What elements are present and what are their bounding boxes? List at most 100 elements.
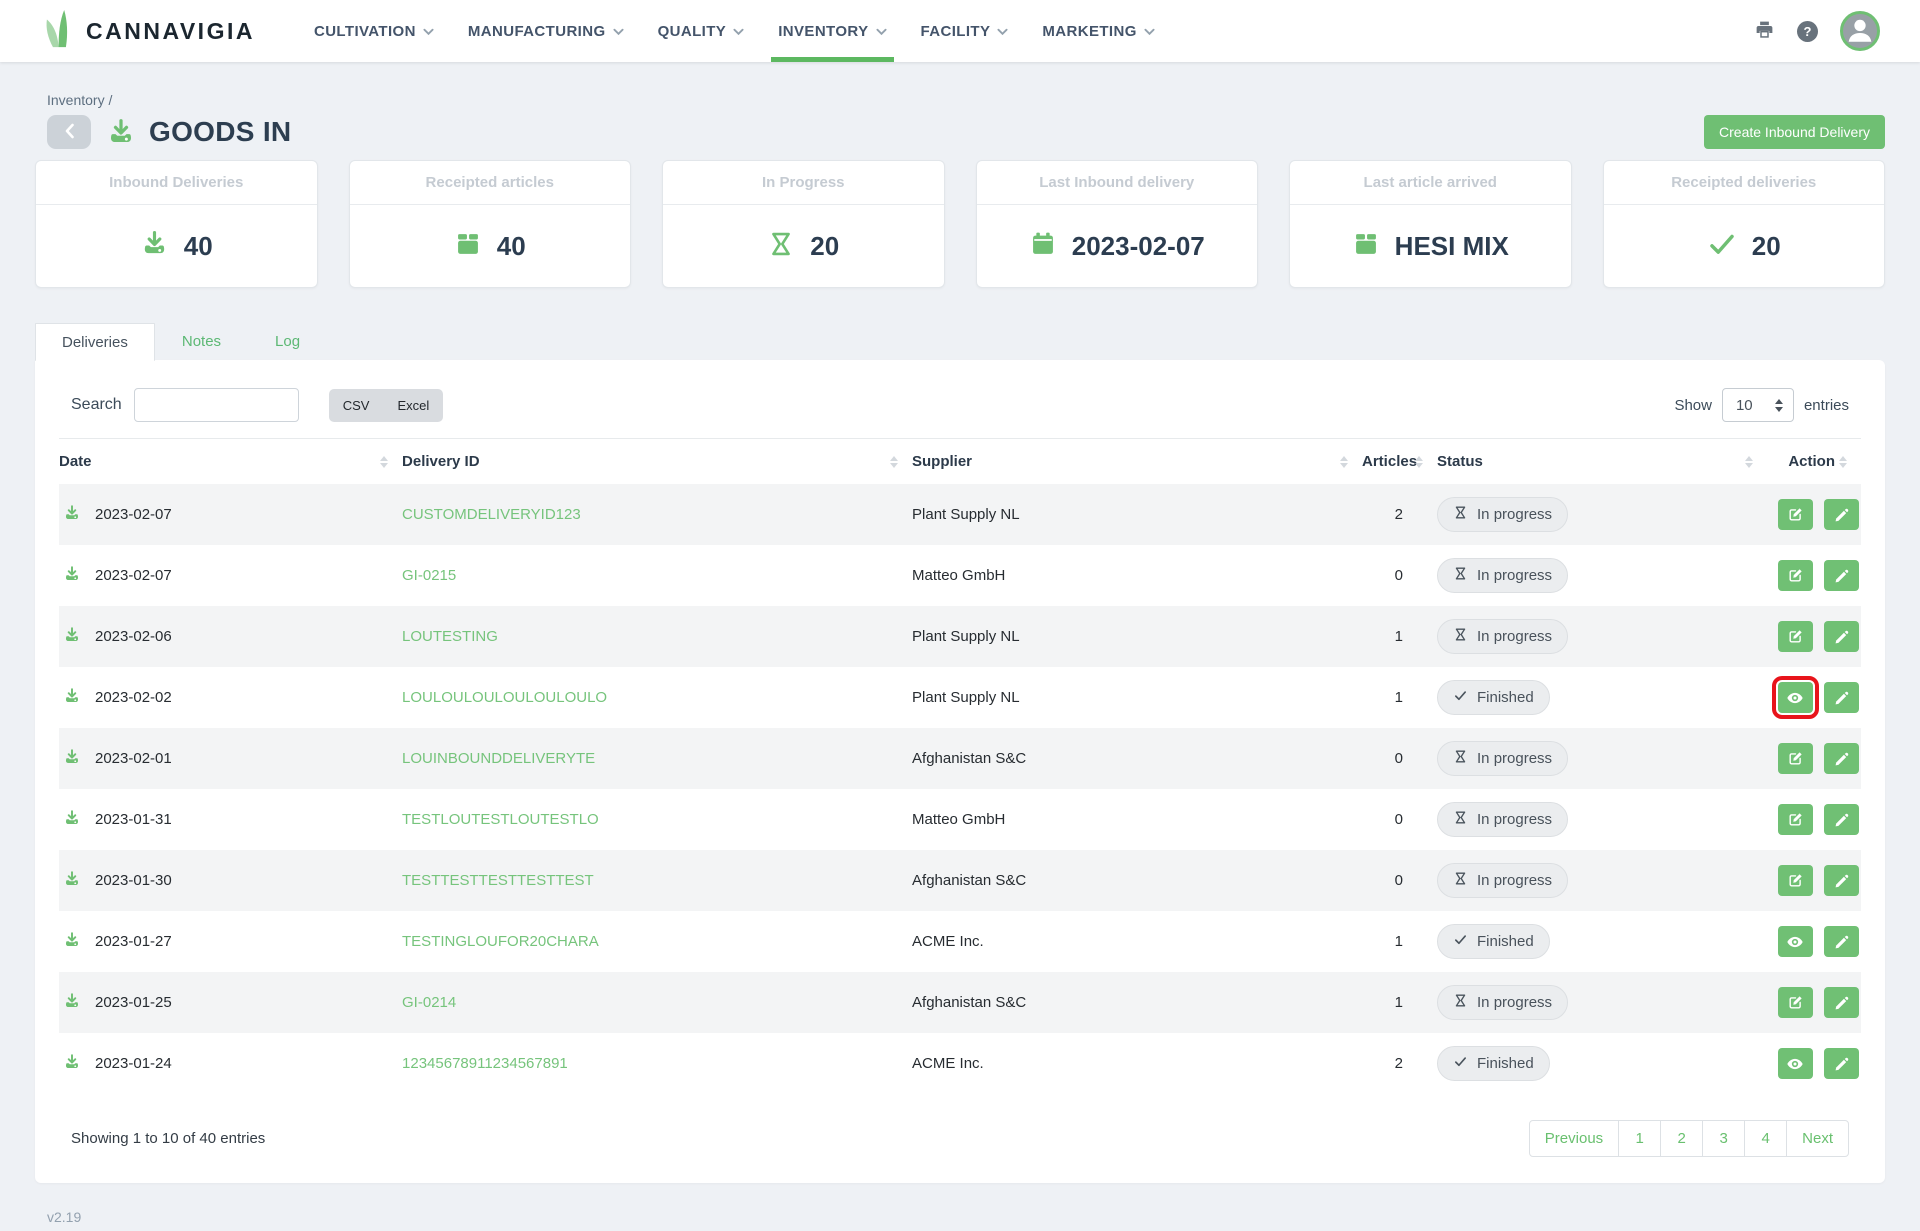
header-delivery-id[interactable]: Delivery ID xyxy=(402,439,912,484)
delivery-id-link[interactable]: LOUTESTING xyxy=(402,628,498,645)
edit-delivery-button[interactable] xyxy=(1778,560,1813,591)
edit-delivery-button[interactable] xyxy=(1778,499,1813,530)
pagination-page-1[interactable]: 1 xyxy=(1618,1120,1661,1157)
status-badge: Finished xyxy=(1437,1046,1550,1081)
edit-pencil-button[interactable] xyxy=(1824,987,1859,1018)
delivery-id-link[interactable]: 12345678911234567891 xyxy=(402,1055,568,1072)
hourglass-icon xyxy=(767,230,795,263)
delivery-id-link[interactable]: TESTINGLOUFOR20CHARA xyxy=(402,933,599,950)
delivery-date: 2023-02-01 xyxy=(95,728,402,789)
page-title-row: GOODS IN Create Inbound Delivery xyxy=(47,115,1885,149)
table-row: 2023-02-06 LOUTESTING Plant Supply NL 1 … xyxy=(59,606,1861,667)
sort-icon xyxy=(1415,456,1423,468)
page-size-control: Show 10 entries xyxy=(1674,388,1849,422)
back-button[interactable] xyxy=(47,115,91,149)
delivery-id-link[interactable]: TESTLOUTESTLOUTESTLO xyxy=(402,811,599,828)
check-icon xyxy=(1453,1054,1468,1073)
delivery-id-link[interactable]: LOULOULOULOULOULOULO xyxy=(402,689,607,706)
delivery-id-link[interactable]: CUSTOMDELIVERYID123 xyxy=(402,506,581,523)
edit-pencil-button[interactable] xyxy=(1824,926,1859,957)
card-value: 20 xyxy=(810,231,839,262)
pagination-next[interactable]: Next xyxy=(1786,1120,1849,1157)
export-buttons: CSV Excel xyxy=(329,389,444,422)
header-supplier[interactable]: Supplier xyxy=(912,439,1362,484)
supplier-name: Afghanistan S&C xyxy=(912,728,1362,789)
edit-pencil-button[interactable] xyxy=(1824,1048,1859,1079)
view-delivery-button[interactable] xyxy=(1778,1048,1813,1079)
pagination: Previous 1 2 3 4 Next xyxy=(1529,1120,1849,1157)
create-inbound-delivery-button[interactable]: Create Inbound Delivery xyxy=(1704,115,1885,149)
search-input[interactable] xyxy=(134,388,299,422)
menu-quality[interactable]: QUALITY xyxy=(641,0,762,62)
header-action[interactable]: Action xyxy=(1767,439,1861,484)
goods-in-icon xyxy=(140,229,169,263)
header-articles[interactable]: Articles xyxy=(1362,439,1437,484)
supplier-name: Plant Supply NL xyxy=(912,484,1362,545)
edit-pencil-button[interactable] xyxy=(1824,560,1859,591)
hourglass-icon xyxy=(1453,505,1468,524)
chevron-down-icon xyxy=(997,23,1008,40)
menu-inventory[interactable]: INVENTORY xyxy=(761,0,903,62)
status-badge: In progress xyxy=(1437,802,1568,837)
edit-delivery-button[interactable] xyxy=(1778,987,1813,1018)
header-status[interactable]: Status xyxy=(1437,439,1767,484)
table-row: 2023-01-25 GI-0214 Afghanistan S&C 1 In … xyxy=(59,972,1861,1033)
pagination-page-3[interactable]: 3 xyxy=(1702,1120,1745,1157)
print-button[interactable] xyxy=(1754,19,1775,43)
edit-delivery-button[interactable] xyxy=(1778,865,1813,896)
menu-manufacturing[interactable]: MANUFACTURING xyxy=(451,0,641,62)
pagination-previous[interactable]: Previous xyxy=(1529,1120,1619,1157)
edit-pencil-button[interactable] xyxy=(1824,499,1859,530)
leaf-logo-icon xyxy=(40,8,78,55)
table-row: 2023-02-01 LOUINBOUNDDELIVERYTE Afghanis… xyxy=(59,728,1861,789)
breadcrumb[interactable]: Inventory / xyxy=(47,92,1920,108)
card-title: Last article arrived xyxy=(1290,161,1571,205)
tab-notes[interactable]: Notes xyxy=(155,322,248,360)
delivery-date: 2023-01-31 xyxy=(95,789,402,850)
menu-facility[interactable]: FACILITY xyxy=(904,0,1026,62)
export-csv-button[interactable]: CSV xyxy=(329,389,384,422)
sort-icon xyxy=(1839,456,1847,468)
supplier-name: Afghanistan S&C xyxy=(912,972,1362,1033)
help-button[interactable]: ? xyxy=(1797,21,1818,42)
delivery-id-link[interactable]: GI-0214 xyxy=(402,994,456,1011)
edit-delivery-button[interactable] xyxy=(1778,621,1813,652)
table-row: 2023-02-07 CUSTOMDELIVERYID123 Plant Sup… xyxy=(59,484,1861,545)
supplier-name: Afghanistan S&C xyxy=(912,850,1362,911)
card-last-article-arrived: Last article arrived HESI MIX xyxy=(1289,160,1572,288)
tab-log[interactable]: Log xyxy=(248,322,327,360)
edit-pencil-button[interactable] xyxy=(1824,682,1859,713)
delivery-id-link[interactable]: TESTTESTTESTTESTTEST xyxy=(402,872,594,889)
view-delivery-button[interactable] xyxy=(1778,682,1813,713)
edit-pencil-button[interactable] xyxy=(1824,743,1859,774)
sort-icon xyxy=(1745,456,1753,468)
pagination-page-4[interactable]: 4 xyxy=(1744,1120,1787,1157)
export-excel-button[interactable]: Excel xyxy=(383,389,443,422)
user-avatar[interactable] xyxy=(1840,11,1880,51)
status-badge: In progress xyxy=(1437,619,1568,654)
edit-pencil-button[interactable] xyxy=(1824,804,1859,835)
menu-marketing[interactable]: MARKETING xyxy=(1025,0,1171,62)
help-icon: ? xyxy=(1797,21,1818,42)
page-size-select[interactable]: 10 xyxy=(1722,388,1794,422)
hourglass-icon xyxy=(1453,871,1468,890)
card-title: In Progress xyxy=(663,161,944,205)
status-badge: In progress xyxy=(1437,863,1568,898)
articles-count: 0 xyxy=(1362,850,1437,911)
edit-delivery-button[interactable] xyxy=(1778,743,1813,774)
delivery-id-link[interactable]: GI-0215 xyxy=(402,567,456,584)
brand-logo[interactable]: CANNAVIGIA xyxy=(40,0,255,62)
view-delivery-button[interactable] xyxy=(1778,926,1813,957)
hourglass-icon xyxy=(1453,810,1468,829)
goods-in-icon xyxy=(63,814,81,831)
delivery-id-link[interactable]: LOUINBOUNDDELIVERYTE xyxy=(402,750,595,767)
edit-pencil-button[interactable] xyxy=(1824,621,1859,652)
package-icon xyxy=(1352,230,1380,263)
header-date[interactable]: Date xyxy=(59,439,402,484)
edit-delivery-button[interactable] xyxy=(1778,804,1813,835)
tab-deliveries[interactable]: Deliveries xyxy=(35,323,155,361)
edit-pencil-button[interactable] xyxy=(1824,865,1859,896)
card-title: Receipted deliveries xyxy=(1604,161,1885,205)
menu-cultivation[interactable]: CULTIVATION xyxy=(297,0,451,62)
pagination-page-2[interactable]: 2 xyxy=(1660,1120,1703,1157)
